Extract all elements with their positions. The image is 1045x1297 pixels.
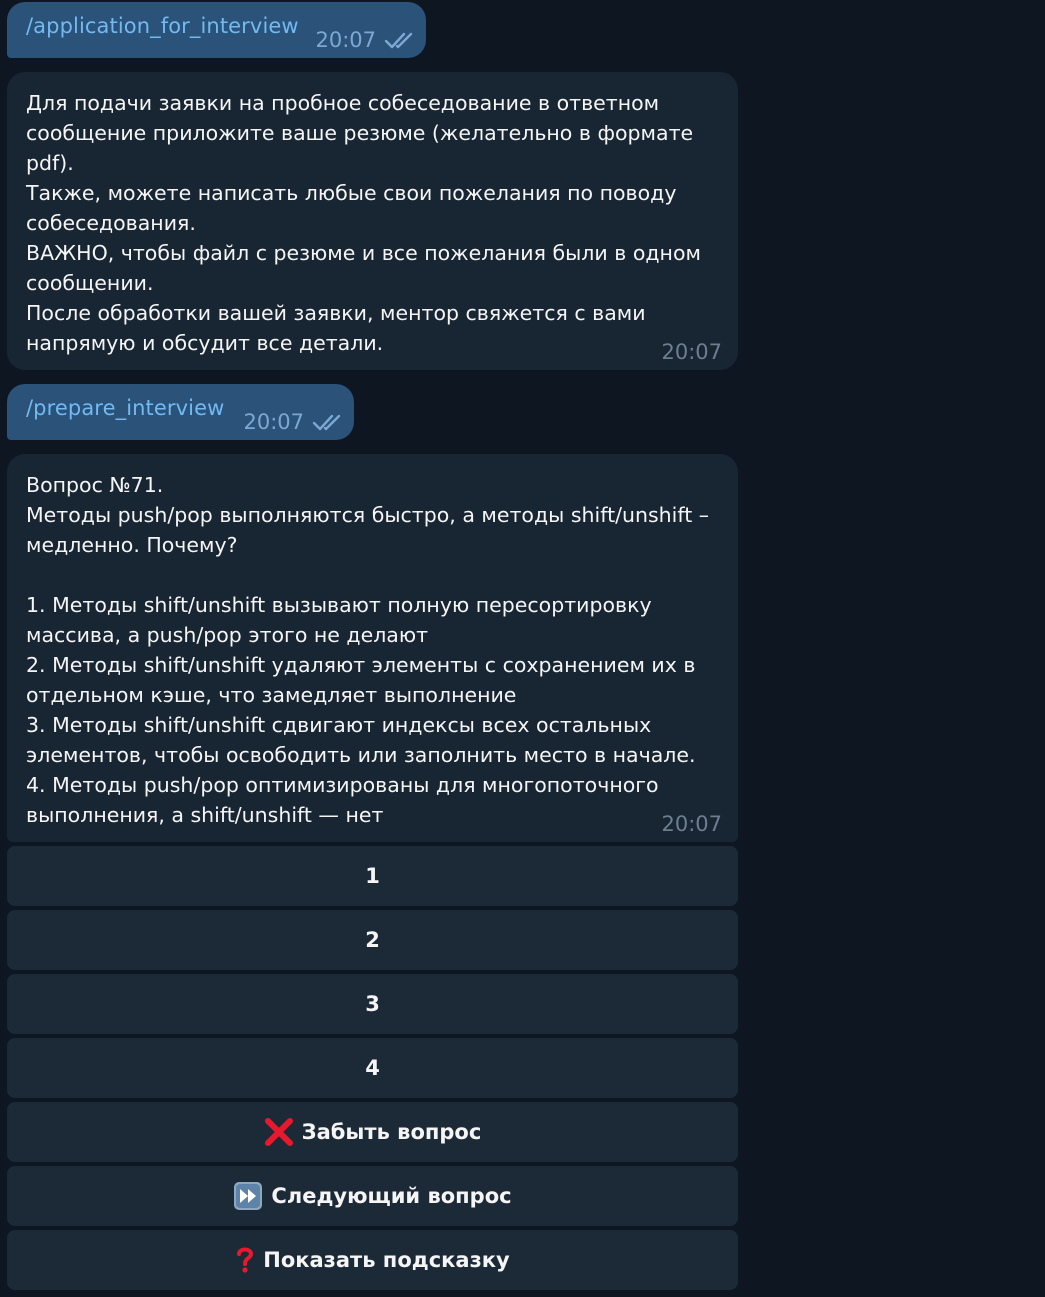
message-meta: 20:07: [243, 410, 342, 434]
button-label: Следующий вопрос: [271, 1184, 512, 1208]
incoming-message: Вопрос №71. Методы push/pop выполняются …: [7, 454, 738, 842]
show-hint-button[interactable]: Показать подсказку: [7, 1230, 738, 1290]
button-label: 1: [365, 864, 380, 888]
double-check-icon: [312, 412, 342, 432]
next-question-button[interactable]: Следующий вопрос: [7, 1166, 738, 1226]
message-time: 20:07: [661, 340, 722, 364]
answer-1-button[interactable]: 1: [7, 846, 738, 906]
button-label: 4: [365, 1056, 380, 1080]
answer-2-button[interactable]: 2: [7, 910, 738, 970]
message-text: Для подачи заявки на пробное собеседован…: [26, 91, 701, 355]
message-time: 20:07: [661, 812, 722, 836]
outgoing-message[interactable]: /application_for_interview 20:07: [7, 2, 426, 58]
command-link[interactable]: /prepare_interview: [26, 396, 224, 420]
button-label: 2: [365, 928, 380, 952]
button-label: Забыть вопрос: [301, 1120, 482, 1144]
message-text: Вопрос №71. Методы push/pop выполняются …: [26, 473, 710, 827]
chat-area: /application_for_interview 20:07 Для под…: [0, 0, 1045, 1297]
incoming-message: Для подачи заявки на пробное собеседован…: [7, 72, 738, 370]
cross-mark-icon: [264, 1117, 294, 1147]
double-check-icon: [384, 30, 414, 50]
answer-4-button[interactable]: 4: [7, 1038, 738, 1098]
outgoing-message[interactable]: /prepare_interview 20:07: [7, 384, 354, 440]
fast-forward-icon: [233, 1181, 263, 1211]
forget-question-button[interactable]: Забыть вопрос: [7, 1102, 738, 1162]
message-time: 20:07: [243, 410, 304, 434]
message-time: 20:07: [315, 28, 376, 52]
button-label: Показать подсказку: [263, 1248, 510, 1272]
button-label: 3: [365, 992, 380, 1016]
answer-3-button[interactable]: 3: [7, 974, 738, 1034]
message-meta: 20:07: [315, 28, 414, 52]
command-link[interactable]: /application_for_interview: [26, 14, 299, 38]
question-mark-icon: [235, 1245, 255, 1275]
